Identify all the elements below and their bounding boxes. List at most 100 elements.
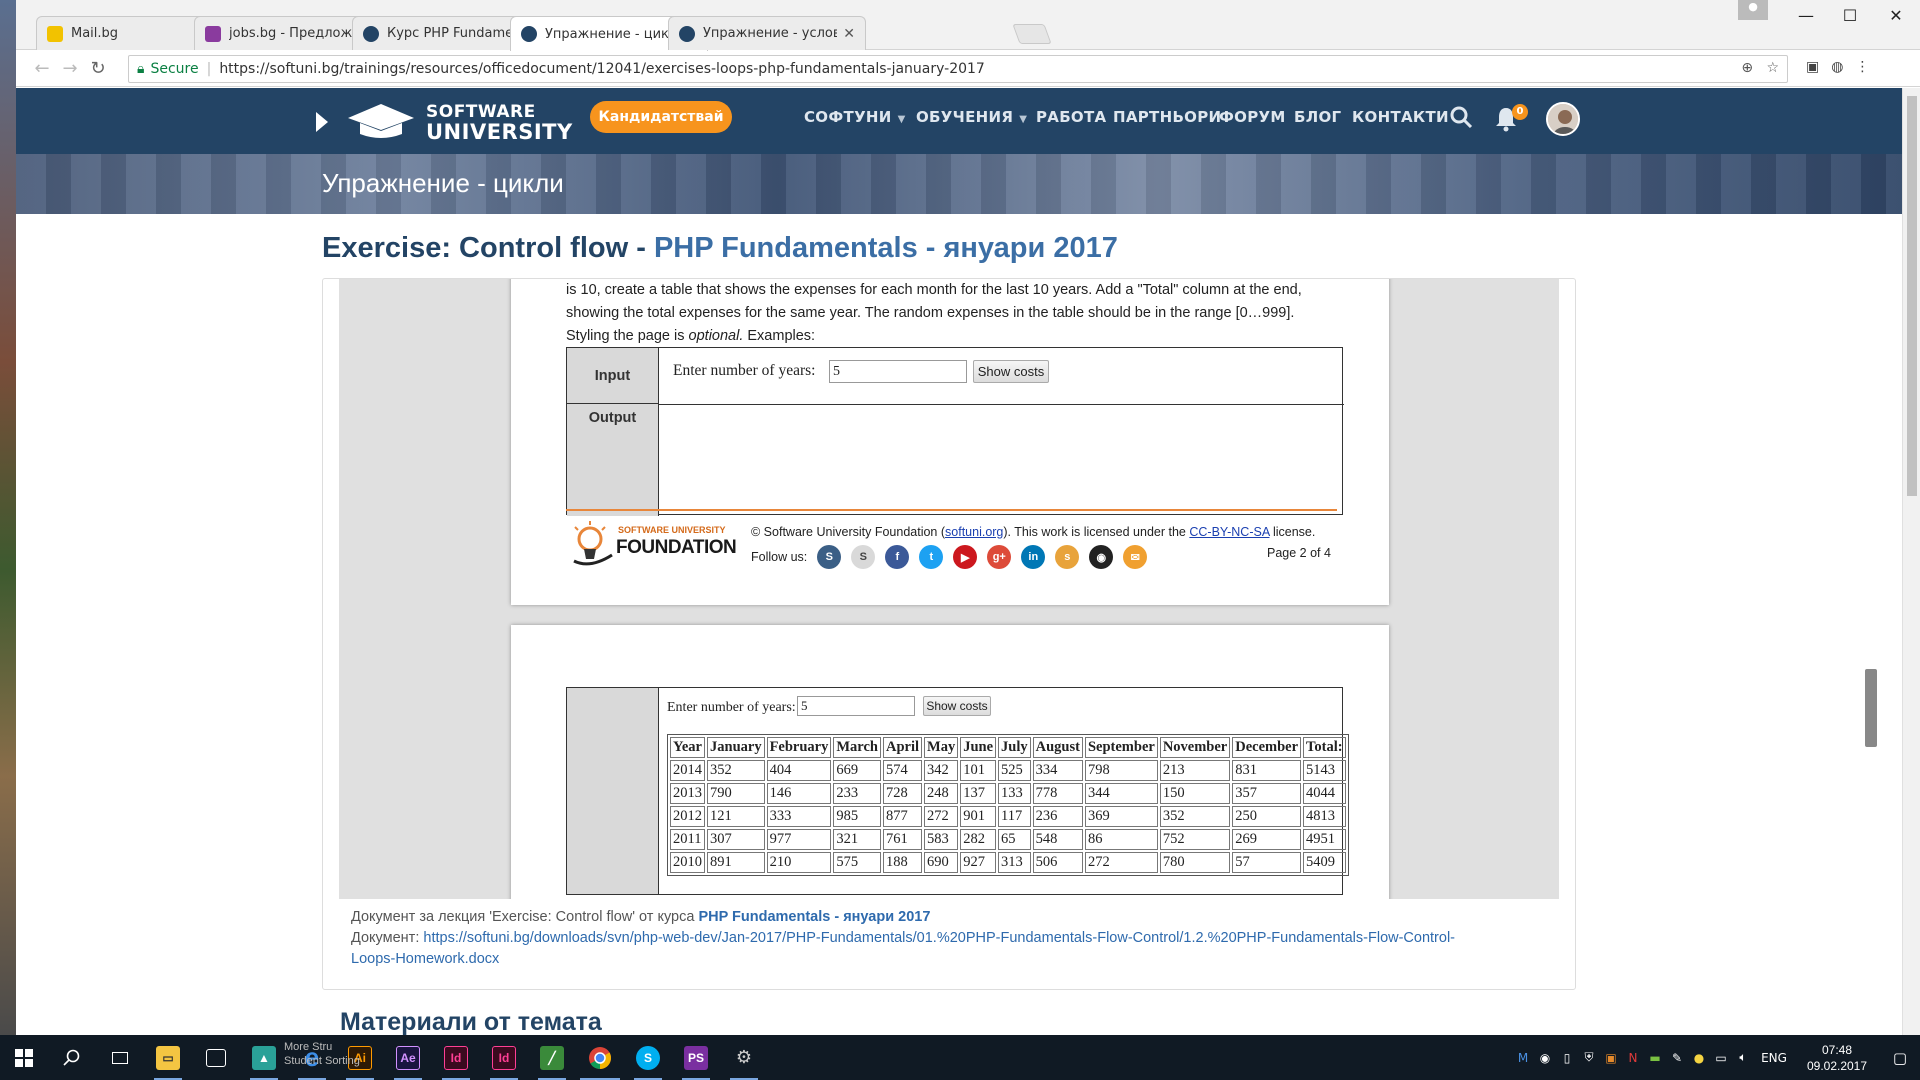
maximize-icon[interactable]: ☐	[1830, 6, 1870, 25]
volume-icon[interactable]: 🔈︎	[1732, 1050, 1754, 1065]
minimize-icon[interactable]: —	[1786, 6, 1826, 25]
viewer-scrollbar-thumb[interactable]	[1865, 669, 1877, 747]
app-icon[interactable]: ⚙	[720, 1035, 768, 1080]
table-row: 2012 121 333 985 877 272 901 117 236 369 352 250 481…	[670, 806, 1346, 827]
linkedin-icon[interactable]: in	[1021, 545, 1046, 569]
table-cell: 86	[1084, 829, 1158, 850]
twitter-icon[interactable]: t	[919, 545, 944, 569]
shield-icon[interactable]: ⛨	[1578, 1050, 1600, 1065]
chrome-icon[interactable]	[576, 1035, 624, 1080]
years-input-example: 5	[797, 696, 915, 716]
search-icon[interactable]	[48, 1035, 96, 1080]
task-view-icon[interactable]	[96, 1035, 144, 1080]
app-icon[interactable]: ▲	[240, 1035, 288, 1080]
tray-icon[interactable]: ◉	[1534, 1051, 1556, 1065]
nav-item-contacts[interactable]: КОНТАКТИ	[1352, 108, 1449, 126]
bookmark-star-icon[interactable]: ☆	[1766, 60, 1779, 76]
user-profile-icon[interactable]: ●	[1738, 0, 1768, 20]
notifications-button[interactable]: 0	[1494, 104, 1528, 132]
page-scrollbar[interactable]	[1902, 88, 1920, 1035]
tray-icon[interactable]: ▬	[1644, 1051, 1666, 1065]
page-scrollbar-thumb[interactable]	[1907, 96, 1917, 496]
course-link[interactable]: PHP Fundamentals - януари 2017	[698, 909, 930, 925]
license-link[interactable]: CC-BY-NC-SA	[1189, 525, 1269, 539]
document-viewer[interactable]: is 10, create a table that shows the exp…	[339, 279, 1559, 899]
foundation-logo: SOFTWARE UNIVERSITY FOUNDATION	[566, 517, 737, 569]
softuni-icon[interactable]: S	[817, 545, 842, 569]
apply-button[interactable]: Кандидатствай	[590, 101, 732, 133]
tray-icon[interactable]: ●	[1688, 1051, 1710, 1065]
avatar[interactable]	[1546, 102, 1580, 136]
url-text[interactable]: https://softuni.bg/trainings/resources/o…	[219, 61, 985, 77]
document-info: Документ за лекция 'Exercise: Control fl…	[351, 907, 1551, 970]
table-cell: 334	[1032, 760, 1083, 781]
table-cell: 891	[707, 852, 765, 873]
tray-icon[interactable]: ▯	[1556, 1051, 1578, 1065]
slideshare-icon[interactable]: s	[1055, 545, 1080, 569]
windows-start-icon[interactable]	[0, 1035, 48, 1080]
show-costs-button-example: Show costs	[973, 360, 1049, 383]
text: © Software University Foundation (	[751, 525, 946, 539]
document-download-link[interactable]: https://softuni.bg/downloads/svn/php-web…	[423, 930, 1455, 946]
extension-icon[interactable]: ▣	[1806, 59, 1819, 75]
nav-item-forum[interactable]: ФОРУМ	[1219, 108, 1286, 126]
softuni-org-link[interactable]: softuni.org	[945, 525, 1003, 539]
github-icon[interactable]: ◉	[1089, 545, 1114, 569]
facebook-icon[interactable]: f	[885, 545, 910, 569]
menu-icon[interactable]: ⋮	[1855, 59, 1869, 75]
table-cell: 4951	[1303, 829, 1346, 850]
extension-icon[interactable]: ◍	[1831, 59, 1843, 75]
spreadsheet-icon[interactable]: ╱	[528, 1035, 576, 1080]
table-cell: 117	[998, 806, 1031, 827]
tray-icon[interactable]: N	[1622, 1051, 1644, 1065]
clock[interactable]: 07:48 09.02.2017	[1794, 1042, 1880, 1074]
page-title: Exercise: Control flow - PHP Fundamental…	[322, 232, 1118, 265]
tab-conditions[interactable]: Упражнение - условни ✕	[668, 16, 866, 50]
back-icon[interactable]: ←	[28, 58, 56, 79]
zoom-icon[interactable]: ⊕	[1741, 60, 1753, 76]
nav-item-blog[interactable]: БЛОГ	[1294, 108, 1341, 126]
close-tab-icon[interactable]: ✕	[843, 26, 855, 42]
softuni-logo[interactable]: SOFTWARE UNIVERSITY	[316, 98, 572, 144]
menu-toggle-icon[interactable]	[316, 112, 328, 132]
new-tab-button[interactable]	[1012, 24, 1052, 44]
document-download-link[interactable]: Loops-Homework.docx	[351, 951, 499, 967]
mail-tray-icon[interactable]: M	[1512, 1051, 1534, 1065]
language-indicator[interactable]: ENG	[1754, 1051, 1794, 1065]
nav-item-softuni[interactable]: СОФТУНИ ▼	[804, 108, 906, 126]
table-header-cell: April	[883, 737, 923, 758]
email-icon[interactable]: ✉	[1123, 545, 1148, 569]
tray-icon[interactable]: ✎	[1666, 1051, 1688, 1065]
nav-item-jobs[interactable]: РАБОТА	[1036, 108, 1106, 126]
table-cell: 4813	[1303, 806, 1346, 827]
network-icon[interactable]: ▭	[1710, 1051, 1732, 1065]
foundation-logo-text: FOUNDATION	[616, 537, 737, 558]
after-effects-icon[interactable]: Ae	[384, 1035, 432, 1080]
skype-icon[interactable]: S	[624, 1035, 672, 1080]
softuni-alt-icon[interactable]: S	[851, 545, 876, 569]
file-explorer-icon[interactable]: ▭	[144, 1035, 192, 1080]
reload-icon[interactable]: ↻	[84, 58, 112, 79]
store-icon[interactable]	[192, 1035, 240, 1080]
close-window-icon[interactable]: ✕	[1876, 6, 1916, 25]
search-icon[interactable]	[1448, 104, 1474, 130]
forward-icon[interactable]: →	[56, 58, 84, 79]
indesign-icon[interactable]: Id	[432, 1035, 480, 1080]
indesign-icon[interactable]: Id	[480, 1035, 528, 1080]
course-link[interactable]: PHP Fundamentals - януари 2017	[654, 232, 1118, 264]
nav-item-partners[interactable]: ПАРТНЬОРИ	[1113, 108, 1221, 126]
table-cell: 210	[766, 852, 832, 873]
tray-icon[interactable]: ▣	[1600, 1051, 1622, 1065]
notifications-icon[interactable]: ▢	[1880, 1049, 1920, 1067]
table-row: 2011 307 977 321 761 583 282 65 548 86 752 269 4951	[670, 829, 1346, 850]
table-cell: 233	[833, 783, 881, 804]
google-plus-icon[interactable]: g+	[987, 545, 1012, 569]
youtube-icon[interactable]: ▶	[953, 545, 978, 569]
notification-count-badge: 0	[1512, 104, 1528, 120]
address-bar[interactable]: 🔒︎ Secure | https://softuni.bg/trainings…	[128, 55, 1788, 83]
phpstorm-icon[interactable]: PS	[672, 1035, 720, 1080]
nav-item-trainings[interactable]: ОБУЧЕНИЯ ▼	[916, 108, 1027, 126]
expenses-table: Year January February March April May June July…	[667, 734, 1349, 876]
table-cell: 357	[1232, 783, 1302, 804]
background-window-strip	[0, 0, 16, 1035]
